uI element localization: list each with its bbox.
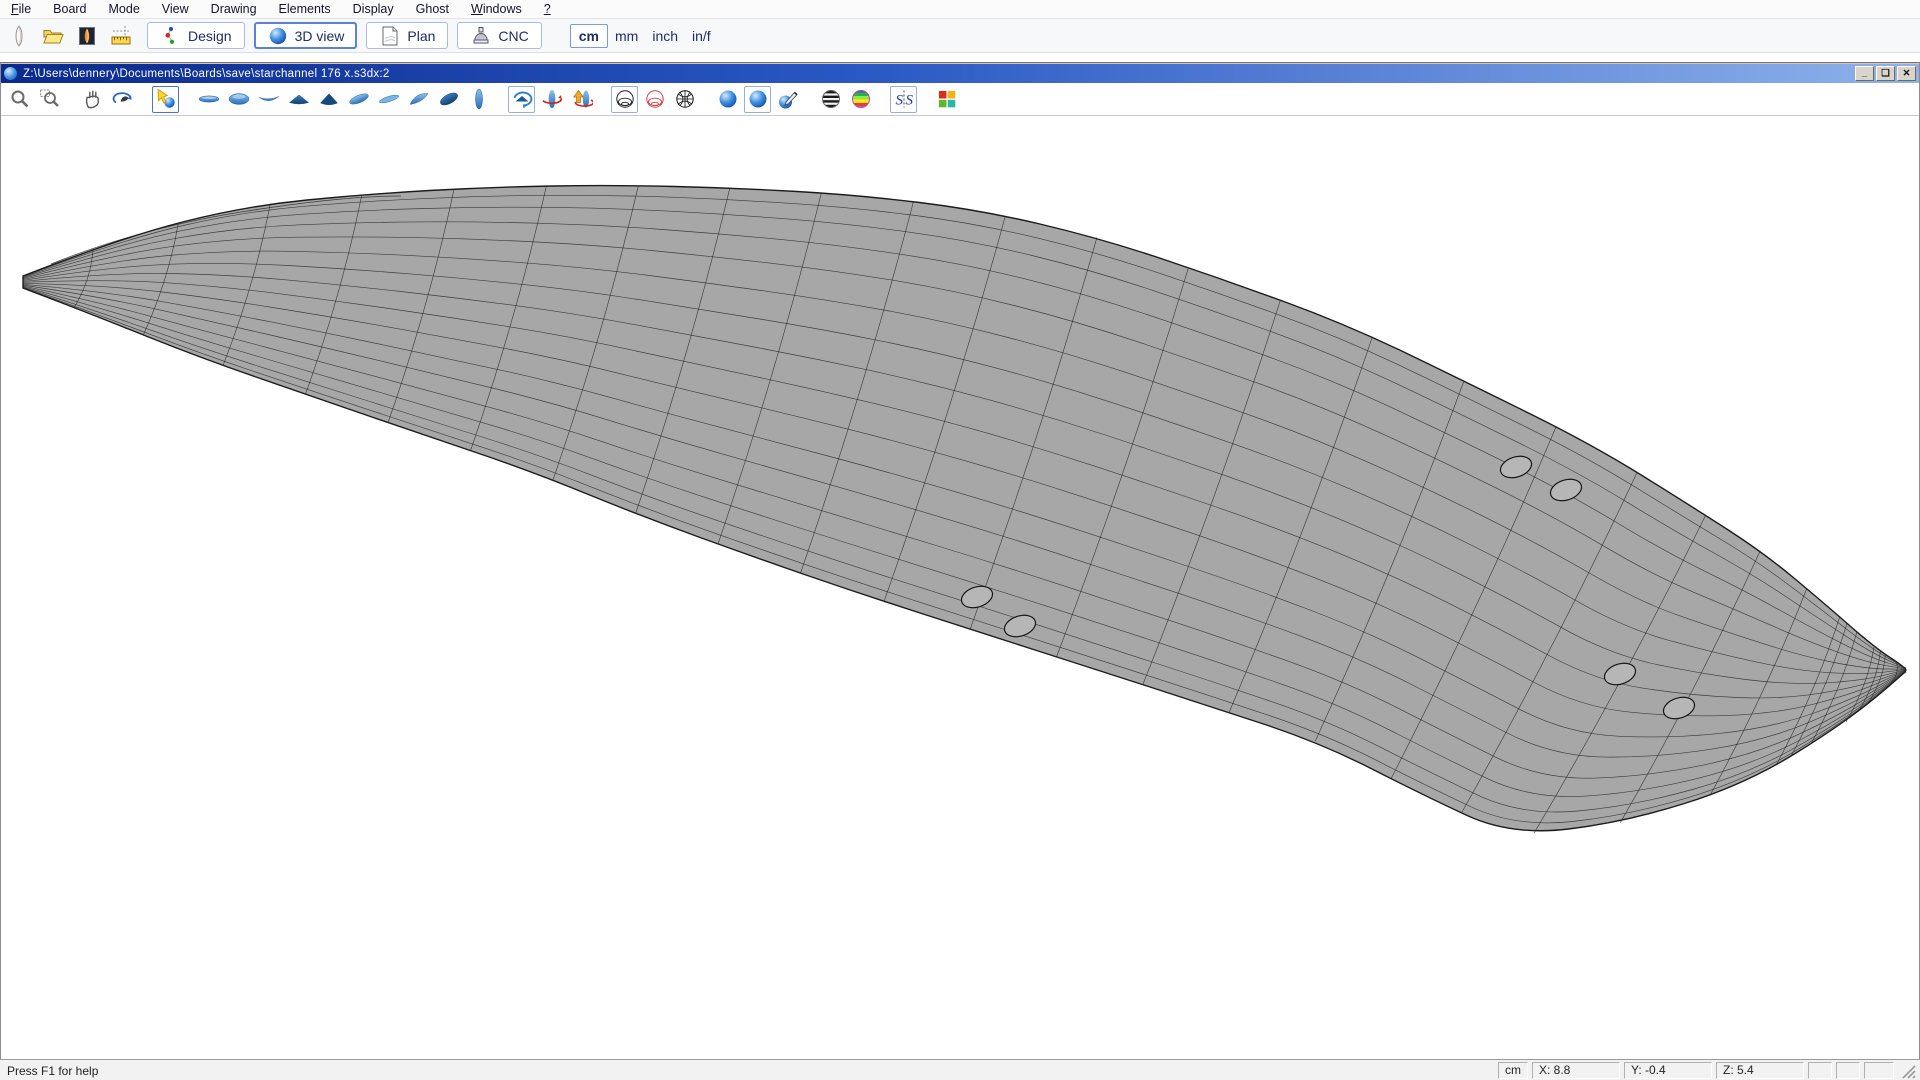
menu-elements[interactable]: Elements <box>268 2 342 16</box>
open-folder-icon[interactable] <box>36 22 70 50</box>
mode-buttons-slot: Design 3D view Plan CNC <box>138 22 542 49</box>
mesh-sphere-icon[interactable] <box>671 86 698 113</box>
main-toolbar: Design 3D view Plan CNC cmmminchin/f <box>0 19 1920 53</box>
view-perspective-1-icon[interactable] <box>345 86 372 113</box>
status-panel-empty <box>1864 1062 1894 1079</box>
view-side-icon[interactable] <box>465 86 492 113</box>
toolbar-gap <box>0 53 1920 62</box>
menu-display[interactable]: Display <box>342 2 405 16</box>
mode-button-label: CNC <box>498 28 528 44</box>
status-panel-z: Z: 5.4 <box>1716 1062 1804 1079</box>
wireframe-sphere-icon[interactable] <box>611 86 638 113</box>
resize-grip-icon[interactable] <box>1900 1063 1916 1079</box>
menu-drawing[interactable]: Drawing <box>200 2 268 16</box>
status-bar: Press F1 for help cmX: 8.8Y: -0.4Z: 5.4 <box>0 1059 1920 1080</box>
menu-windows[interactable]: Windows <box>460 2 533 16</box>
window-controls-slot: _❏✕ <box>1853 66 1916 81</box>
menu-bar: FileBoardModeViewDrawingElementsDisplayG… <box>0 0 1920 19</box>
orbit-rotate-icon[interactable] <box>109 86 136 113</box>
status-help-text: Press F1 for help <box>4 1064 98 1078</box>
document-window: Z:\Users\dennery\Documents\Boards\save\s… <box>0 62 1920 1059</box>
status-panel-y: Y: -0.4 <box>1624 1062 1712 1079</box>
view-toolbar: SS <box>1 83 1919 116</box>
plan-button[interactable]: Plan <box>366 22 448 49</box>
minimize-button[interactable]: _ <box>1855 66 1874 81</box>
svg-text:S: S <box>895 93 903 109</box>
striped-sphere-icon[interactable] <box>817 86 844 113</box>
symmetry-icon[interactable]: SS <box>890 86 917 113</box>
zoom-window-icon[interactable] <box>36 86 63 113</box>
document-title: Z:\Users\dennery\Documents\Boards\save\s… <box>23 68 1847 80</box>
units-slot: cmmminchin/f <box>542 24 718 48</box>
cnc-button[interactable]: CNC <box>457 22 541 49</box>
svg-text:S: S <box>905 93 913 109</box>
unit-inch[interactable]: inch <box>645 26 685 46</box>
cnc-icon <box>470 25 492 47</box>
rainbow-sphere-icon[interactable] <box>847 86 874 113</box>
menu-view[interactable]: View <box>151 2 200 16</box>
save-icon[interactable] <box>70 22 104 50</box>
unit-mm[interactable]: mm <box>608 26 645 46</box>
view-outline-flat-icon[interactable] <box>195 86 222 113</box>
status-panel-empty <box>1808 1062 1832 1079</box>
spin-horizontal-icon[interactable] <box>538 86 565 113</box>
view-outline-icon[interactable] <box>225 86 252 113</box>
mode-button-label: 3D view <box>295 28 345 44</box>
unit-in-f[interactable]: in/f <box>685 26 718 46</box>
sphere-icon <box>267 25 289 47</box>
status-panel-x: X: 8.8 <box>1532 1062 1620 1079</box>
design-button[interactable]: Design <box>147 22 245 49</box>
flip-vertical-icon[interactable] <box>568 86 595 113</box>
color-squares-icon[interactable] <box>933 86 960 113</box>
file-icons-slot <box>2 22 138 50</box>
wireframe-sphere-red-icon[interactable] <box>641 86 668 113</box>
document-icon <box>4 67 17 80</box>
plan-icon <box>379 25 401 47</box>
select-3d-icon[interactable] <box>152 86 179 113</box>
zoom-icon[interactable] <box>6 86 33 113</box>
solid-sphere-2-icon[interactable] <box>744 86 771 113</box>
unit-cm[interactable]: cm <box>570 24 608 48</box>
paint-sphere-icon[interactable] <box>774 86 801 113</box>
design-icon <box>160 25 182 47</box>
view-back-icon[interactable] <box>315 86 342 113</box>
close-button[interactable]: ✕ <box>1897 66 1916 81</box>
view-front-icon[interactable] <box>285 86 312 113</box>
menu-board[interactable]: Board <box>42 2 97 16</box>
status-panel-cm: cm <box>1498 1062 1528 1079</box>
rotate-view-icon[interactable] <box>508 86 535 113</box>
mode-button-label: Design <box>188 28 232 44</box>
pan-hand-icon[interactable] <box>79 86 106 113</box>
new-board-icon[interactable] <box>2 22 36 50</box>
status-panels-slot: cmX: 8.8Y: -0.4Z: 5.4 <box>1494 1062 1894 1079</box>
unit-selector: cmmminchin/f <box>570 24 718 48</box>
view-perspective-3-icon[interactable] <box>405 86 432 113</box>
status-panel-empty <box>1836 1062 1860 1079</box>
menu-ghost[interactable]: Ghost <box>405 2 460 16</box>
view-perspective-4-icon[interactable] <box>435 86 462 113</box>
dimensions-icon[interactable] <box>104 22 138 50</box>
menu-file[interactable]: File <box>0 2 42 16</box>
3d-view-button[interactable]: 3D view <box>254 22 358 49</box>
menu-help[interactable]: ? <box>533 2 562 16</box>
restore-button[interactable]: ❏ <box>1876 66 1895 81</box>
document-title-bar: Z:\Users\dennery\Documents\Boards\save\s… <box>1 64 1919 83</box>
mode-button-label: Plan <box>407 28 435 44</box>
solid-sphere-icon[interactable] <box>714 86 741 113</box>
view-perspective-2-icon[interactable] <box>375 86 402 113</box>
surfboard-3d-wireframe[interactable] <box>1 116 1920 1059</box>
view-rocker-icon[interactable] <box>255 86 282 113</box>
menu-mode[interactable]: Mode <box>98 2 151 16</box>
viewport-3d[interactable] <box>1 116 1919 1059</box>
